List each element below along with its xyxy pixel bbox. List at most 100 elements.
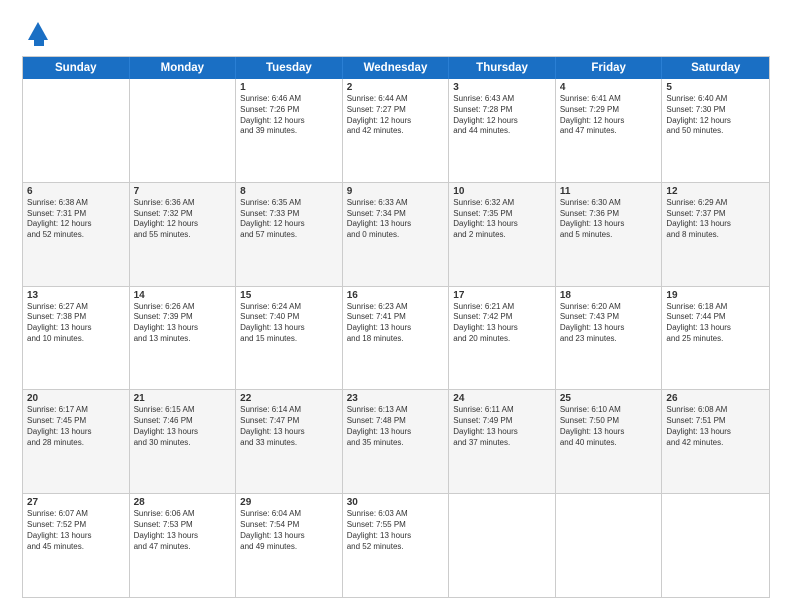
day-number: 27 [27,497,125,508]
cell-info-line: and 25 minutes. [666,334,765,345]
calendar-empty-cell [556,494,663,597]
calendar: SundayMondayTuesdayWednesdayThursdayFrid… [22,56,770,598]
calendar-day-30: 30Sunrise: 6:03 AMSunset: 7:55 PMDayligh… [343,494,450,597]
cell-info-line: Sunrise: 6:40 AM [666,94,765,105]
cell-info-line: Daylight: 13 hours [134,427,232,438]
cell-info-line: Sunrise: 6:08 AM [666,405,765,416]
cell-info-line: Daylight: 13 hours [453,323,551,334]
cell-info-line: Daylight: 12 hours [666,116,765,127]
calendar-day-4: 4Sunrise: 6:41 AMSunset: 7:29 PMDaylight… [556,79,663,182]
cell-info-line: Sunset: 7:37 PM [666,209,765,220]
cell-info-line: Daylight: 13 hours [453,427,551,438]
cell-info-line: Sunrise: 6:35 AM [240,198,338,209]
calendar-empty-cell [130,79,237,182]
calendar-empty-cell [449,494,556,597]
cell-info-line: Daylight: 12 hours [240,116,338,127]
cell-info-line: Sunset: 7:52 PM [27,520,125,531]
day-number: 19 [666,290,765,301]
calendar-day-27: 27Sunrise: 6:07 AMSunset: 7:52 PMDayligh… [23,494,130,597]
header-day-friday: Friday [556,57,663,79]
calendar-day-10: 10Sunrise: 6:32 AMSunset: 7:35 PMDayligh… [449,183,556,286]
cell-info-line: Sunset: 7:31 PM [27,209,125,220]
cell-info-line: Sunrise: 6:06 AM [134,509,232,520]
cell-info-line: Sunrise: 6:36 AM [134,198,232,209]
cell-info-line: Sunset: 7:26 PM [240,105,338,116]
day-number: 28 [134,497,232,508]
calendar-day-7: 7Sunrise: 6:36 AMSunset: 7:32 PMDaylight… [130,183,237,286]
logo-icon [26,18,50,46]
calendar-day-17: 17Sunrise: 6:21 AMSunset: 7:42 PMDayligh… [449,287,556,390]
day-number: 14 [134,290,232,301]
day-number: 7 [134,186,232,197]
day-number: 15 [240,290,338,301]
day-number: 26 [666,393,765,404]
calendar-empty-cell [23,79,130,182]
calendar-day-11: 11Sunrise: 6:30 AMSunset: 7:36 PMDayligh… [556,183,663,286]
cell-info-line: Sunrise: 6:29 AM [666,198,765,209]
cell-info-line: and 30 minutes. [134,438,232,449]
cell-info-line: Sunrise: 6:27 AM [27,302,125,313]
cell-info-line: and 18 minutes. [347,334,445,345]
day-number: 23 [347,393,445,404]
calendar-day-25: 25Sunrise: 6:10 AMSunset: 7:50 PMDayligh… [556,390,663,493]
cell-info-line: and 33 minutes. [240,438,338,449]
calendar-day-18: 18Sunrise: 6:20 AMSunset: 7:43 PMDayligh… [556,287,663,390]
cell-info-line: and 2 minutes. [453,230,551,241]
day-number: 18 [560,290,658,301]
header-day-saturday: Saturday [662,57,769,79]
day-number: 12 [666,186,765,197]
cell-info-line: Sunset: 7:49 PM [453,416,551,427]
cell-info-line: Sunrise: 6:13 AM [347,405,445,416]
cell-info-line: Sunset: 7:29 PM [560,105,658,116]
day-number: 22 [240,393,338,404]
cell-info-line: and 10 minutes. [27,334,125,345]
cell-info-line: Sunrise: 6:11 AM [453,405,551,416]
cell-info-line: Sunset: 7:51 PM [666,416,765,427]
calendar-day-29: 29Sunrise: 6:04 AMSunset: 7:54 PMDayligh… [236,494,343,597]
cell-info-line: Daylight: 13 hours [27,323,125,334]
cell-info-line: and 40 minutes. [560,438,658,449]
cell-info-line: Sunset: 7:36 PM [560,209,658,220]
cell-info-line: Sunrise: 6:15 AM [134,405,232,416]
cell-info-line: Sunset: 7:41 PM [347,312,445,323]
cell-info-line: Sunrise: 6:14 AM [240,405,338,416]
day-number: 21 [134,393,232,404]
cell-info-line: Daylight: 13 hours [347,219,445,230]
day-number: 11 [560,186,658,197]
calendar-header: SundayMondayTuesdayWednesdayThursdayFrid… [23,57,769,79]
cell-info-line: Daylight: 12 hours [240,219,338,230]
calendar-row: 6Sunrise: 6:38 AMSunset: 7:31 PMDaylight… [23,182,769,286]
cell-info-line: Daylight: 13 hours [347,531,445,542]
calendar-day-14: 14Sunrise: 6:26 AMSunset: 7:39 PMDayligh… [130,287,237,390]
day-number: 29 [240,497,338,508]
calendar-day-19: 19Sunrise: 6:18 AMSunset: 7:44 PMDayligh… [662,287,769,390]
cell-info-line: Daylight: 13 hours [560,323,658,334]
cell-info-line: Sunrise: 6:46 AM [240,94,338,105]
day-number: 4 [560,82,658,93]
calendar-day-13: 13Sunrise: 6:27 AMSunset: 7:38 PMDayligh… [23,287,130,390]
cell-info-line: Sunset: 7:27 PM [347,105,445,116]
cell-info-line: Sunset: 7:39 PM [134,312,232,323]
day-number: 8 [240,186,338,197]
cell-info-line: Sunset: 7:38 PM [27,312,125,323]
calendar-day-16: 16Sunrise: 6:23 AMSunset: 7:41 PMDayligh… [343,287,450,390]
day-number: 30 [347,497,445,508]
calendar-row: 20Sunrise: 6:17 AMSunset: 7:45 PMDayligh… [23,389,769,493]
header-day-wednesday: Wednesday [343,57,450,79]
calendar-body: 1Sunrise: 6:46 AMSunset: 7:26 PMDaylight… [23,79,769,597]
calendar-day-2: 2Sunrise: 6:44 AMSunset: 7:27 PMDaylight… [343,79,450,182]
cell-info-line: Sunrise: 6:38 AM [27,198,125,209]
cell-info-line: Sunset: 7:48 PM [347,416,445,427]
cell-info-line: Sunrise: 6:26 AM [134,302,232,313]
logo [22,18,50,46]
calendar-day-12: 12Sunrise: 6:29 AMSunset: 7:37 PMDayligh… [662,183,769,286]
cell-info-line: Sunrise: 6:17 AM [27,405,125,416]
cell-info-line: Sunset: 7:54 PM [240,520,338,531]
cell-info-line: Daylight: 12 hours [27,219,125,230]
cell-info-line: Sunset: 7:34 PM [347,209,445,220]
cell-info-line: Daylight: 13 hours [560,219,658,230]
calendar-day-28: 28Sunrise: 6:06 AMSunset: 7:53 PMDayligh… [130,494,237,597]
header-day-monday: Monday [130,57,237,79]
cell-info-line: Sunrise: 6:21 AM [453,302,551,313]
calendar-day-24: 24Sunrise: 6:11 AMSunset: 7:49 PMDayligh… [449,390,556,493]
